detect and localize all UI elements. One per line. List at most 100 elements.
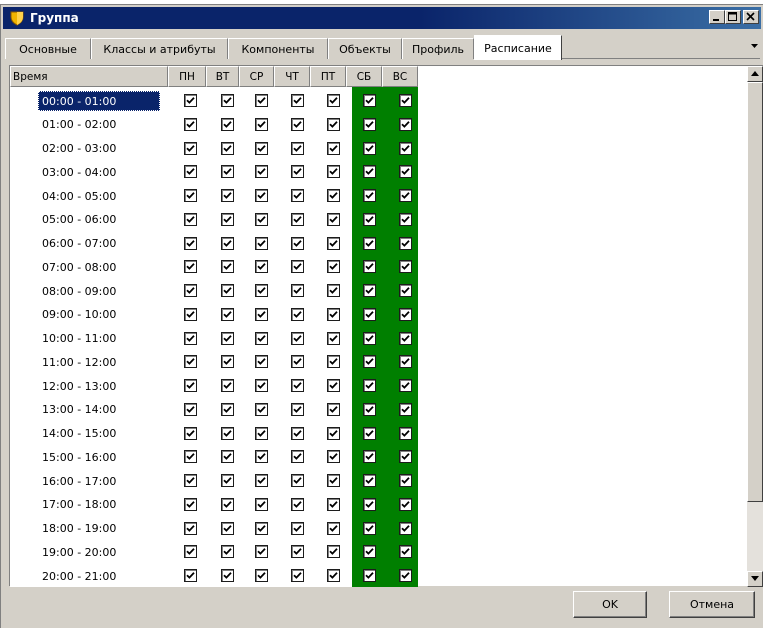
day-checkbox-4[interactable] xyxy=(327,284,340,297)
day-checkbox-0[interactable] xyxy=(184,189,197,202)
day-checkbox-2[interactable] xyxy=(255,474,268,487)
day-checkbox-1[interactable] xyxy=(221,569,234,582)
day-checkbox-2[interactable] xyxy=(255,189,268,202)
day-checkbox-6[interactable] xyxy=(399,569,412,582)
day-checkbox-5[interactable] xyxy=(363,117,376,131)
day-checkbox-2[interactable] xyxy=(255,236,268,250)
title-bar[interactable]: Группа xyxy=(3,7,761,29)
day-checkbox-5[interactable] xyxy=(363,521,376,535)
table-row[interactable]: 12:00 - 13:00 xyxy=(10,374,418,397)
day-checkbox-5[interactable] xyxy=(363,331,376,345)
tab-components[interactable]: Компоненты xyxy=(228,38,328,59)
table-row[interactable]: 01:00 - 02:00 xyxy=(10,113,418,136)
day-checkbox-0[interactable] xyxy=(184,141,197,155)
tab-profile[interactable]: Профиль xyxy=(402,38,474,59)
table-row[interactable]: 09:00 - 10:00 xyxy=(10,303,418,326)
day-checkbox-6[interactable] xyxy=(399,94,412,107)
day-checkbox-5[interactable] xyxy=(363,497,376,511)
day-checkbox-0[interactable] xyxy=(184,331,197,345)
day-checkbox-2[interactable] xyxy=(255,521,268,535)
table-row[interactable]: 05:00 - 06:00 xyxy=(10,208,418,231)
day-checkbox-6[interactable] xyxy=(399,355,412,369)
table-row[interactable]: 08:00 - 09:00 xyxy=(10,279,418,302)
day-checkbox-3[interactable] xyxy=(291,545,304,559)
day-checkbox-0[interactable] xyxy=(184,450,197,464)
day-checkbox-3[interactable] xyxy=(291,260,304,274)
day-checkbox-5[interactable] xyxy=(363,426,376,440)
day-checkbox-1[interactable] xyxy=(221,236,234,250)
day-checkbox-3[interactable] xyxy=(291,307,304,321)
table-row[interactable]: 03:00 - 04:00 xyxy=(10,160,418,183)
day-checkbox-3[interactable] xyxy=(291,117,304,131)
day-checkbox-2[interactable] xyxy=(255,355,268,369)
cancel-button[interactable]: Отмена xyxy=(669,591,755,618)
day-checkbox-3[interactable] xyxy=(291,474,304,487)
day-checkbox-5[interactable] xyxy=(363,165,376,179)
tab-schedule[interactable]: Расписание xyxy=(474,35,562,60)
day-checkbox-5[interactable] xyxy=(363,402,376,416)
day-checkbox-1[interactable] xyxy=(221,117,234,131)
day-checkbox-4[interactable] xyxy=(327,521,340,535)
day-checkbox-0[interactable] xyxy=(184,497,197,511)
table-row[interactable]: 11:00 - 12:00 xyxy=(10,350,418,373)
maximize-button[interactable] xyxy=(725,10,741,24)
tab-basic[interactable]: Основные xyxy=(5,38,91,59)
day-checkbox-4[interactable] xyxy=(327,260,340,274)
day-checkbox-1[interactable] xyxy=(221,450,234,464)
ok-button[interactable]: OK xyxy=(573,591,647,618)
day-checkbox-2[interactable] xyxy=(255,284,268,297)
day-checkbox-0[interactable] xyxy=(184,426,197,440)
day-checkbox-4[interactable] xyxy=(327,355,340,369)
day-checkbox-2[interactable] xyxy=(255,379,268,392)
day-checkbox-2[interactable] xyxy=(255,307,268,321)
day-checkbox-6[interactable] xyxy=(399,545,412,559)
table-row[interactable]: 14:00 - 15:00 xyxy=(10,422,418,445)
day-checkbox-4[interactable] xyxy=(327,236,340,250)
day-checkbox-5[interactable] xyxy=(363,212,376,226)
day-checkbox-1[interactable] xyxy=(221,521,234,535)
table-row[interactable]: 17:00 - 18:00 xyxy=(10,493,418,516)
day-checkbox-1[interactable] xyxy=(221,379,234,392)
day-checkbox-6[interactable] xyxy=(399,236,412,250)
chevron-down-icon[interactable] xyxy=(751,44,758,49)
header-thu[interactable]: ЧТ xyxy=(274,66,310,87)
day-checkbox-1[interactable] xyxy=(221,212,234,226)
header-time[interactable]: Время xyxy=(10,66,168,87)
day-checkbox-4[interactable] xyxy=(327,117,340,131)
day-checkbox-4[interactable] xyxy=(327,426,340,440)
table-row[interactable]: 18:00 - 19:00 xyxy=(10,517,418,540)
day-checkbox-6[interactable] xyxy=(399,497,412,511)
day-checkbox-3[interactable] xyxy=(291,497,304,511)
day-checkbox-2[interactable] xyxy=(255,94,268,107)
day-checkbox-2[interactable] xyxy=(255,426,268,440)
day-checkbox-0[interactable] xyxy=(184,94,197,107)
minimize-button[interactable] xyxy=(709,10,725,24)
day-checkbox-5[interactable] xyxy=(363,141,376,155)
day-checkbox-2[interactable] xyxy=(255,165,268,179)
vertical-scrollbar[interactable] xyxy=(747,66,763,587)
table-row[interactable]: 06:00 - 07:00 xyxy=(10,232,418,255)
day-checkbox-5[interactable] xyxy=(363,189,376,202)
day-checkbox-0[interactable] xyxy=(184,355,197,369)
day-checkbox-2[interactable] xyxy=(255,497,268,511)
day-checkbox-0[interactable] xyxy=(184,307,197,321)
tab-objects[interactable]: Объекты xyxy=(328,38,402,59)
scroll-down-button[interactable] xyxy=(747,571,763,587)
day-checkbox-5[interactable] xyxy=(363,355,376,369)
day-checkbox-0[interactable] xyxy=(184,402,197,416)
day-checkbox-1[interactable] xyxy=(221,284,234,297)
day-checkbox-1[interactable] xyxy=(221,94,234,107)
day-checkbox-6[interactable] xyxy=(399,117,412,131)
day-checkbox-0[interactable] xyxy=(184,474,197,487)
day-checkbox-3[interactable] xyxy=(291,94,304,107)
day-checkbox-1[interactable] xyxy=(221,474,234,487)
day-checkbox-5[interactable] xyxy=(363,284,376,297)
day-checkbox-5[interactable] xyxy=(363,379,376,392)
day-checkbox-6[interactable] xyxy=(399,284,412,297)
day-checkbox-2[interactable] xyxy=(255,331,268,345)
day-checkbox-2[interactable] xyxy=(255,402,268,416)
day-checkbox-2[interactable] xyxy=(255,141,268,155)
day-checkbox-2[interactable] xyxy=(255,569,268,582)
day-checkbox-5[interactable] xyxy=(363,94,376,107)
day-checkbox-0[interactable] xyxy=(184,379,197,392)
